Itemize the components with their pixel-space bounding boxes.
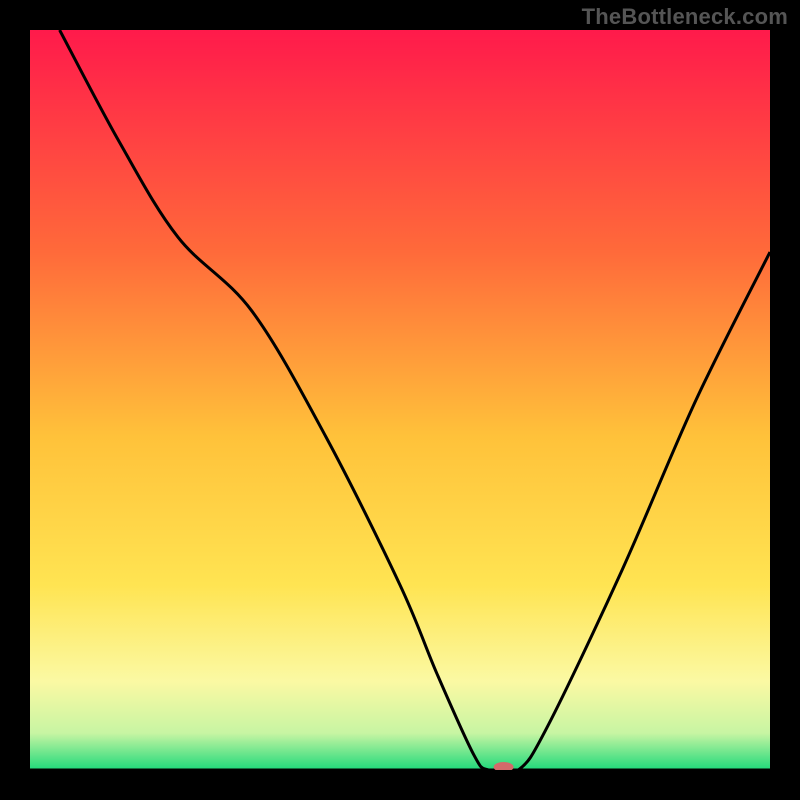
bottleneck-chart [30, 30, 770, 770]
chart-background [30, 30, 770, 770]
watermark-text: TheBottleneck.com [582, 4, 788, 30]
plot-area [30, 30, 770, 770]
chart-page: TheBottleneck.com [0, 0, 800, 800]
